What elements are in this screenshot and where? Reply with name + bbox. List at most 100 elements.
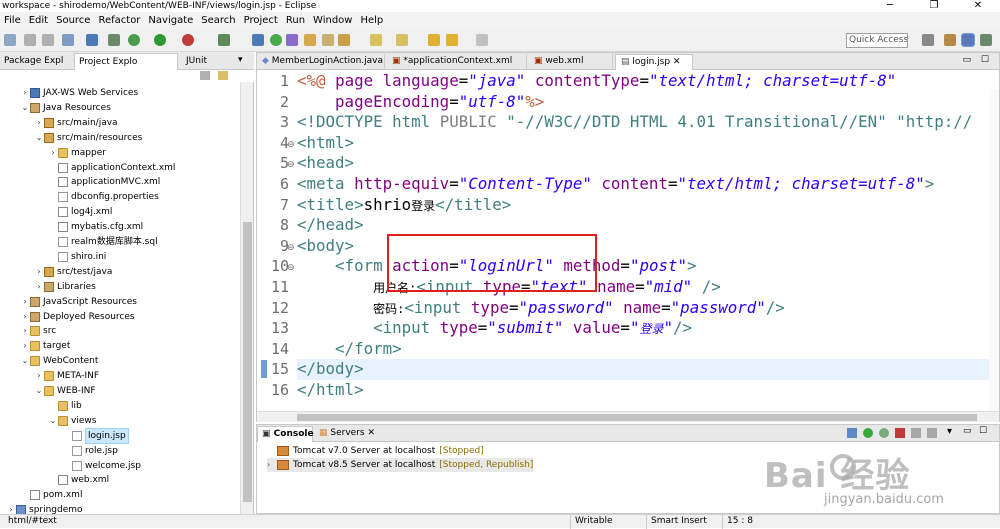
tree-item[interactable]: › mapper: [48, 146, 106, 160]
menu-help[interactable]: Help: [356, 15, 387, 26]
tab-login-jsp[interactable]: ▤ login.jsp ✕: [615, 54, 693, 70]
external-tools-icon[interactable]: [182, 34, 194, 46]
tree-item[interactable]: › springdemo: [6, 503, 83, 514]
collapse-arrow-icon[interactable]: ⌄: [34, 384, 44, 398]
view-menu-icon[interactable]: ▾: [947, 426, 952, 437]
publish-icon[interactable]: [911, 428, 921, 438]
tab-member-login-action[interactable]: ◆ MemberLoginAction.java: [257, 54, 385, 70]
tree-item[interactable]: role.jsp: [62, 444, 118, 458]
prev-annotation-icon[interactable]: [396, 34, 408, 46]
maximize-editor-icon[interactable]: ☐: [981, 55, 989, 65]
tab-project-explorer[interactable]: Project Explo: [74, 53, 178, 70]
collapse-arrow-icon[interactable]: ⌄: [34, 131, 44, 145]
annotation-icon[interactable]: [338, 34, 350, 46]
expand-arrow-icon[interactable]: ›: [34, 369, 44, 383]
tree-scrollbar-thumb[interactable]: [243, 222, 252, 502]
tree-item[interactable]: login.jsp: [62, 427, 129, 444]
close-tab-icon[interactable]: ✕: [670, 57, 681, 67]
expand-arrow-icon[interactable]: ›: [20, 295, 30, 309]
clean-icon[interactable]: [927, 428, 937, 438]
save-all-icon[interactable]: [42, 34, 54, 46]
tree-item[interactable]: ⌄ WEB-INF: [34, 384, 96, 398]
menu-run[interactable]: Run: [282, 15, 309, 26]
tree-item[interactable]: › src/main/java: [34, 116, 118, 130]
stop-server-icon[interactable]: [895, 428, 905, 438]
fold-toggle-icon[interactable]: ⊖: [287, 160, 295, 170]
tree-item[interactable]: mybatis.cfg.xml: [48, 220, 143, 234]
collapse-arrow-icon[interactable]: ⌄: [20, 354, 30, 368]
back-icon[interactable]: [446, 34, 458, 46]
collapse-arrow-icon[interactable]: ⌄: [48, 414, 58, 428]
maximize-view-icon[interactable]: ☐: [979, 426, 987, 436]
tree-item[interactable]: lib: [48, 399, 82, 413]
server-row-tomcat7[interactable]: Tomcat v7.0 Server at localhost [Stopped…: [267, 444, 484, 458]
tree-item[interactable]: log4j.xml: [48, 205, 112, 219]
menu-window[interactable]: Window: [309, 15, 356, 26]
fold-toggle-icon[interactable]: ⊖: [287, 263, 295, 273]
expand-arrow-icon[interactable]: ›: [20, 310, 30, 324]
tree-item[interactable]: realm数据库脚本.sql: [48, 235, 158, 249]
expand-arrow-icon[interactable]: ›: [34, 116, 44, 130]
quick-access-input[interactable]: Quick Access: [846, 33, 908, 48]
tree-item[interactable]: pom.xml: [20, 488, 82, 502]
tree-item[interactable]: welcome.jsp: [62, 459, 141, 473]
tree-item[interactable]: dbconfig.properties: [48, 190, 159, 204]
new-java-project-icon[interactable]: [270, 34, 282, 46]
expand-arrow-icon[interactable]: ›: [20, 86, 30, 100]
tab-console[interactable]: ▣ Console: [257, 426, 314, 442]
next-annotation-icon[interactable]: [370, 34, 382, 46]
run-icon[interactable]: [154, 34, 166, 46]
minimize-editor-icon[interactable]: ▭: [962, 55, 971, 65]
code-area[interactable]: 1 2 3 4 ⊖ 5 ⊖ 6 7 8 9 ⊖ 10 ⊖ 11 12 13 14 15 16 <%@ page lan…: [257, 71, 999, 411]
tree-item[interactable]: › src/test/java: [34, 265, 112, 279]
start-server-icon[interactable]: [863, 428, 873, 438]
tab-servers[interactable]: ▦ Servers ✕: [315, 426, 385, 442]
menu-refactor[interactable]: Refactor: [94, 15, 144, 26]
tree-item[interactable]: › Deployed Resources: [20, 310, 135, 324]
tree-item[interactable]: › META-INF: [34, 369, 99, 383]
server-row-tomcat85[interactable]: › Tomcat v8.5 Server at localhost [Stopp…: [267, 458, 534, 472]
debug-server-icon[interactable]: [847, 428, 857, 438]
tree-item[interactable]: › Libraries: [34, 280, 96, 294]
new-class-icon[interactable]: [286, 34, 298, 46]
close-button[interactable]: ✕: [956, 0, 1000, 12]
skip-breakpoints-icon[interactable]: [108, 34, 120, 46]
tab-application-context[interactable]: ▣ *applicationContext.xml: [387, 54, 527, 70]
open-type-icon[interactable]: [304, 34, 316, 46]
tree-item[interactable]: applicationContext.xml: [48, 161, 175, 175]
tree-scrollbar[interactable]: [240, 82, 253, 514]
expand-arrow-icon[interactable]: ›: [34, 265, 44, 279]
expand-arrow-icon[interactable]: ›: [48, 146, 58, 160]
tree-item[interactable]: ⌄ WebContent: [20, 354, 98, 368]
tree-item[interactable]: › src: [20, 324, 56, 338]
link-with-editor-icon[interactable]: [218, 71, 228, 80]
new-server-icon[interactable]: [252, 34, 264, 46]
expand-arrow-icon[interactable]: ›: [20, 339, 30, 353]
tab-package-explorer[interactable]: Package Expl: [0, 53, 72, 70]
menu-navigate[interactable]: Navigate: [144, 15, 197, 26]
terminal-icon[interactable]: [86, 34, 98, 46]
expand-arrow-icon[interactable]: ›: [20, 324, 30, 338]
tab-web-xml[interactable]: ▣ web.xml: [529, 54, 613, 70]
profile-server-icon[interactable]: [879, 428, 889, 438]
tree-item[interactable]: shiro.ini: [48, 250, 106, 264]
menu-edit[interactable]: Edit: [25, 15, 52, 26]
fold-toggle-icon[interactable]: ⊖: [287, 140, 295, 150]
minimize-view-icon[interactable]: ▭: [963, 426, 972, 436]
save-icon[interactable]: [24, 34, 36, 46]
print-icon[interactable]: [62, 34, 74, 46]
expand-arrow-icon[interactable]: ›: [34, 280, 44, 294]
tree-item[interactable]: › JavaScript Resources: [20, 295, 137, 309]
maximize-button[interactable]: ❐: [912, 0, 956, 12]
horizontal-scrollbar-thumb[interactable]: [297, 414, 977, 421]
open-perspective-icon[interactable]: [922, 34, 934, 46]
collapse-arrow-icon[interactable]: ⌄: [20, 101, 30, 115]
fold-toggle-icon[interactable]: ⊖: [287, 243, 295, 253]
tree-item[interactable]: web.xml: [48, 473, 109, 487]
tree-item[interactable]: applicationMVC.xml: [48, 175, 160, 189]
forward-icon[interactable]: [476, 34, 488, 46]
view-menu-icon[interactable]: ▾: [238, 55, 243, 65]
menu-source[interactable]: Source: [52, 15, 94, 26]
expand-icon[interactable]: ›: [267, 458, 277, 472]
java-perspective-icon[interactable]: [961, 33, 975, 47]
